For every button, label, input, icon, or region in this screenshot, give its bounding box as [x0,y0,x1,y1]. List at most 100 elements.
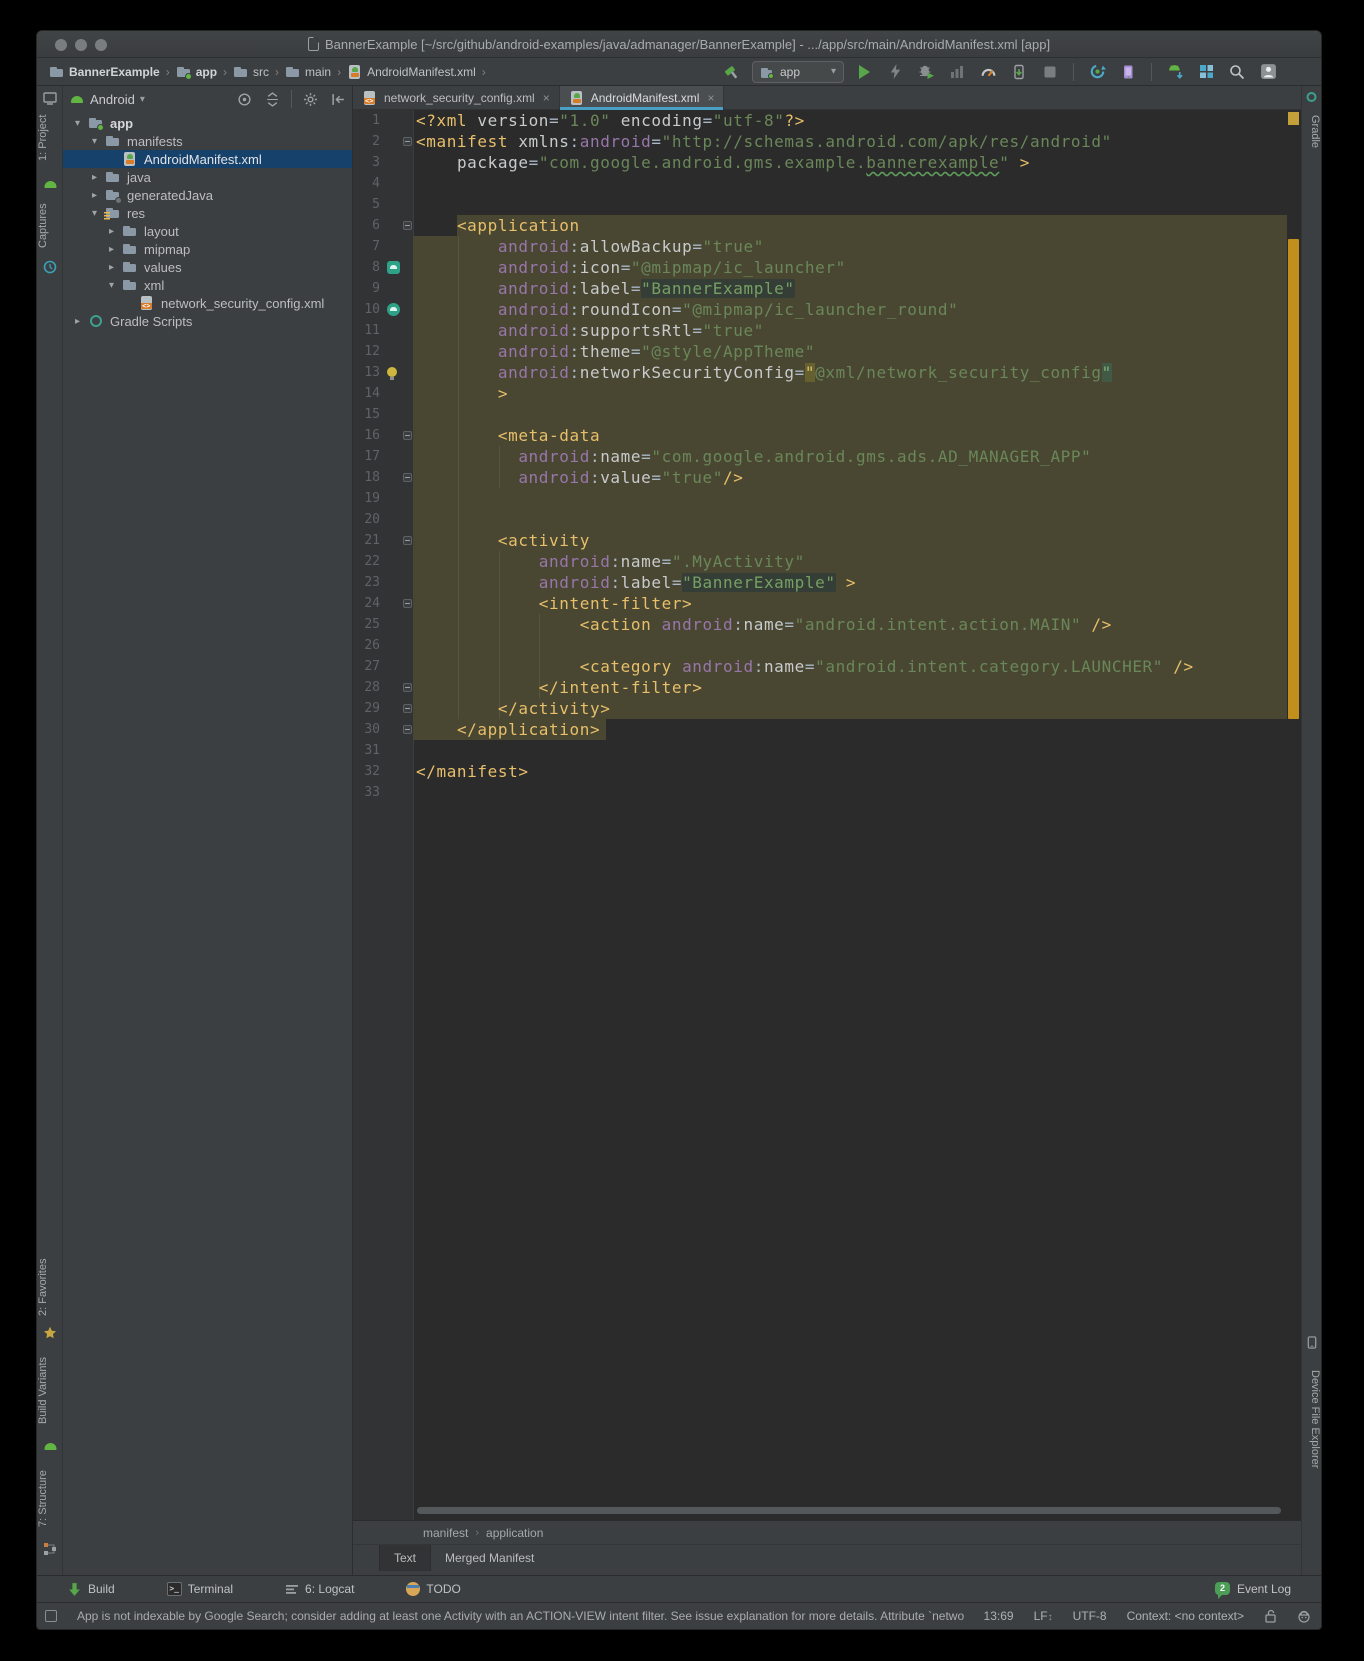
tree-item-xml[interactable]: ▾xml [63,276,352,294]
sync-gradle-icon[interactable] [1086,61,1108,83]
project-toolwindow-icon[interactable] [43,91,57,105]
tree-item-app[interactable]: ▾app [63,114,352,132]
zoom-window-button[interactable] [95,39,107,51]
expand-arrow-icon[interactable]: ▾ [71,118,84,129]
code-line-8[interactable]: 8 android:icon="@mipmap/ic_launcher" [353,257,1301,278]
profiler-gauge-icon[interactable] [977,61,999,83]
editor-tab-network-security-config[interactable]: <> network_security_config.xml × [353,86,560,109]
code-line-22[interactable]: 22 android:name=".MyActivity" [353,551,1301,572]
build-hammer-icon[interactable] [721,61,743,83]
code-line-19[interactable]: 19 [353,488,1301,509]
tab-gradle[interactable]: Gradle [1302,108,1321,156]
code-line-28[interactable]: 28 </intent-filter> [353,677,1301,698]
fold-marker-icon[interactable] [403,137,412,146]
code-line-32[interactable]: 32</manifest> [353,761,1301,782]
code-line-24[interactable]: 24 <intent-filter> [353,593,1301,614]
code-line-23[interactable]: 23 android:label="BannerExample" > [353,572,1301,593]
avatar-icon[interactable] [1257,61,1279,83]
tree-item-java[interactable]: ▸java [63,168,352,186]
line-separator-widget[interactable]: LF↕ [1034,1609,1053,1623]
code-line-30[interactable]: 30 </application> [353,719,1301,740]
inspection-status-marker[interactable] [1288,112,1299,125]
tree-item-mipmap[interactable]: ▸mipmap [63,240,352,258]
tab-event-log[interactable]: 2 Event Log [1215,1582,1291,1597]
close-window-button[interactable] [55,39,67,51]
code-line-29[interactable]: 29 </activity> [353,698,1301,719]
layout-inspector-icon[interactable] [1195,61,1217,83]
code-line-14[interactable]: 14 > [353,383,1301,404]
expand-arrow-icon[interactable]: ▾ [88,136,101,147]
lock-icon[interactable] [1264,1609,1277,1623]
fold-marker-icon[interactable] [403,704,412,713]
fold-marker-icon[interactable] [403,599,412,608]
code-line-12[interactable]: 12 android:theme="@style/AppTheme" [353,341,1301,362]
tree-item-res[interactable]: ▾res [63,204,352,222]
fold-marker-icon[interactable] [403,683,412,692]
stop-button[interactable] [1039,61,1061,83]
code-editor[interactable]: 1<?xml version="1.0" encoding="utf-8"?> 2… [353,110,1301,1520]
code-line-3[interactable]: 3 package="com.google.android.gms.exampl… [353,152,1301,173]
fold-marker-icon[interactable] [403,431,412,440]
horizontal-scrollbar[interactable] [417,1507,1281,1514]
code-line-26[interactable]: 26 [353,635,1301,656]
tree-item-generatedJava[interactable]: ▸generatedJava [63,186,352,204]
fold-marker-icon[interactable] [403,221,412,230]
expand-arrow-icon[interactable]: ▾ [105,280,118,291]
expand-arrow-icon[interactable]: ▸ [88,172,101,183]
tab-device-file-explorer[interactable]: Device File Explorer [1302,1354,1321,1484]
inspections-face-icon[interactable] [1297,1609,1311,1623]
tab-structure[interactable]: 7: Structure [37,1462,62,1536]
search-everywhere-icon[interactable] [1226,61,1248,83]
locate-file-icon[interactable] [237,92,252,107]
editor-tab-androidmanifest[interactable]: AndroidManifest.xml × [560,86,725,109]
code-line-25[interactable]: 25 <action android:name="android.intent.… [353,614,1301,635]
tree-item-AndroidManifest.xml[interactable]: AndroidManifest.xml [63,150,352,168]
code-line-16[interactable]: 16 <meta-data [353,425,1301,446]
tree-item-Gradle Scripts[interactable]: ▸Gradle Scripts [63,312,352,330]
code-line-5[interactable]: 5 [353,194,1301,215]
code-line-17[interactable]: 17 android:name="com.google.android.gms.… [353,446,1301,467]
expand-arrow-icon[interactable]: ▸ [105,262,118,273]
code-line-13[interactable]: 13 android:networkSecurityConfig="@xml/n… [353,362,1301,383]
tab-build[interactable]: Build [67,1582,115,1597]
fold-marker-icon[interactable] [403,473,412,482]
minimize-window-button[interactable] [75,39,87,51]
code-line-18[interactable]: 18 android:value="true"/> [353,467,1301,488]
close-tab-icon[interactable]: × [707,91,714,105]
collapse-all-icon[interactable] [265,92,280,107]
code-line-33[interactable]: 33 [353,782,1301,803]
code-line-15[interactable]: 15 [353,404,1301,425]
tab-text[interactable]: Text [379,1545,431,1571]
expand-arrow-icon[interactable]: ▾ [88,208,101,219]
chevron-down-icon[interactable]: ▾ [140,94,145,105]
lightbulb-icon[interactable] [387,367,397,377]
project-view-select[interactable]: Android [90,92,135,107]
toolwindow-toggle-icon[interactable] [45,1610,57,1622]
code-line-10[interactable]: 10 android:roundIcon="@mipmap/ic_launche… [353,299,1301,320]
tab-project[interactable]: 1: Project [37,106,62,170]
code-line-1[interactable]: 1<?xml version="1.0" encoding="utf-8"?> [353,110,1301,131]
code-line-20[interactable]: 20 [353,509,1301,530]
tab-terminal[interactable]: >_ Terminal [167,1582,233,1596]
fold-marker-icon[interactable] [403,725,412,734]
fold-marker-icon[interactable] [403,536,412,545]
breadcrumb-AndroidManifest.xml[interactable]: AndroidManifest.xml [345,64,478,80]
code-line-7[interactable]: 7 android:allowBackup="true" [353,236,1301,257]
breadcrumb-src[interactable]: src [231,64,271,80]
breadcrumb-BannerExample[interactable]: BannerExample [47,64,162,80]
code-line-27[interactable]: 27 <category android:name="android.inten… [353,656,1301,677]
close-tab-icon[interactable]: × [543,91,550,105]
code-line-9[interactable]: 9 android:label="BannerExample" [353,278,1301,299]
tab-logcat[interactable]: 6: Logcat [285,1582,354,1596]
hide-panel-icon[interactable] [331,92,346,107]
attach-device-icon[interactable] [1008,61,1030,83]
tab-captures[interactable]: Captures [37,198,62,254]
code-line-31[interactable]: 31 [353,740,1301,761]
avd-manager-icon[interactable] [1117,61,1139,83]
debug-button[interactable] [915,61,937,83]
scrollbar-highlight-marker[interactable] [1288,239,1299,719]
code-line-21[interactable]: 21 <activity [353,530,1301,551]
tab-build-variants[interactable]: Build Variants [37,1348,62,1432]
apply-changes-icon[interactable] [884,61,906,83]
expand-arrow-icon[interactable]: ▸ [71,316,84,327]
